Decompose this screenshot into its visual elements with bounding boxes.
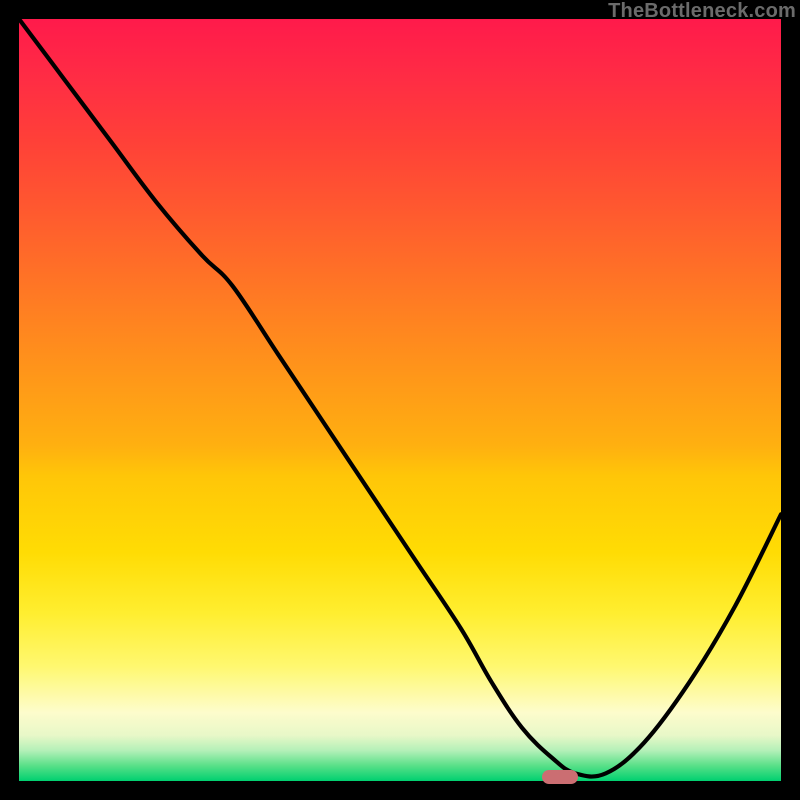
bottleneck-curve [19,19,781,781]
optimal-marker [542,770,578,784]
chart-frame: TheBottleneck.com [0,0,800,800]
plot-area [19,19,781,781]
